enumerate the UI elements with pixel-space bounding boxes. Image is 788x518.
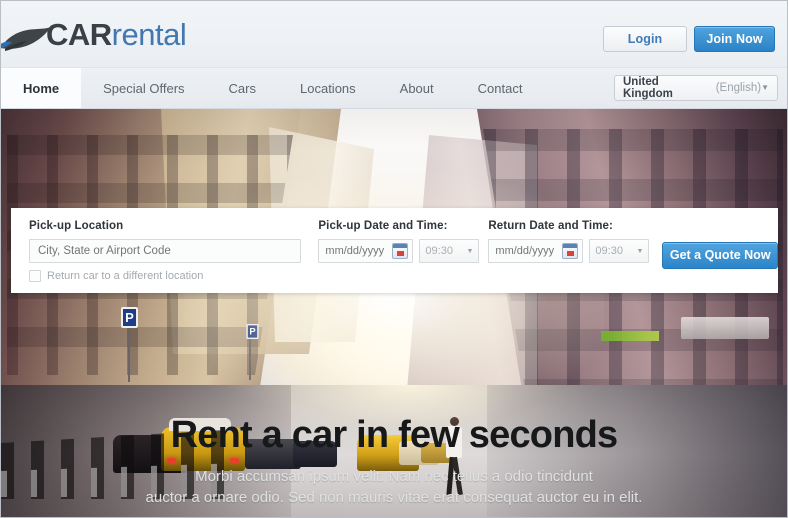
- nav-item-cars[interactable]: Cars: [207, 68, 278, 108]
- nav-item-home[interactable]: Home: [1, 68, 82, 108]
- chevron-down-icon: ▼: [636, 247, 644, 255]
- car-silhouette-icon: [1, 18, 51, 52]
- country-language-select[interactable]: United Kingdom (English) ▼: [614, 75, 778, 101]
- pickup-location-label: Pick-up Location: [29, 220, 124, 232]
- hero-subtitle-line-1: Morbi accumsan ipsum velit. Nam nec tell…: [195, 467, 593, 485]
- return-date-group: Return Date and Time: 09:30 ▼: [488, 220, 650, 263]
- nav-item-locations[interactable]: Locations: [278, 68, 378, 108]
- page-root: CARrental Login Join Now Home Special Of…: [0, 0, 788, 518]
- join-now-button[interactable]: Join Now: [694, 26, 775, 52]
- calendar-icon[interactable]: [562, 243, 579, 259]
- hero-subtitle-line-2: auctor a ornare odio. Sed non mauris vit…: [145, 489, 643, 507]
- get-quote-button[interactable]: Get a Quote Now: [662, 242, 778, 269]
- site-header: CARrental Login Join Now: [1, 1, 787, 68]
- logo[interactable]: CARrental: [1, 13, 187, 57]
- hero-subtitle: Morbi accumsan ipsum velit. Nam nec tell…: [1, 466, 787, 510]
- pickup-time-select[interactable]: 09:30 ▼: [419, 239, 480, 263]
- different-location-checkbox[interactable]: [29, 270, 41, 282]
- nav-item-special-offers[interactable]: Special Offers: [81, 68, 206, 108]
- chevron-down-icon: ▼: [761, 83, 769, 92]
- return-date-row: 09:30 ▼: [488, 239, 650, 263]
- different-location-label: Return car to a different location: [47, 270, 204, 282]
- different-location-row[interactable]: Return car to a different location: [29, 270, 301, 282]
- hero-copy: Rent a car in few seconds Morbi accumsan…: [1, 413, 787, 510]
- return-date-input[interactable]: [495, 245, 560, 257]
- country-label: United Kingdom: [623, 76, 673, 100]
- logo-text: CARrental: [46, 17, 187, 52]
- parking-sign-icon-1: P: [121, 307, 138, 328]
- hero-section: P P Pick-up Location Return car to a dif…: [1, 109, 787, 517]
- nav-item-about[interactable]: About: [378, 68, 456, 108]
- login-button[interactable]: Login: [603, 26, 687, 52]
- pickup-date-group: Pick-up Date and Time: 09:30 ▼: [318, 220, 480, 263]
- hero-sign-pole-1: [128, 328, 130, 382]
- return-date-label: Return Date and Time:: [488, 220, 613, 232]
- return-time-value: 09:30: [595, 245, 623, 257]
- pickup-location-group: Pick-up Location Return car to a differe…: [29, 220, 302, 282]
- booking-form-panel: Pick-up Location Return car to a differe…: [11, 208, 778, 293]
- pickup-date-label: Pick-up Date and Time:: [318, 220, 448, 232]
- pickup-time-value: 09:30: [425, 245, 453, 257]
- hero-sign-pole-2: [249, 336, 251, 380]
- hero-shop-sign-right: [681, 317, 769, 339]
- calendar-icon[interactable]: [392, 243, 409, 259]
- parking-sign-icon-2: P: [246, 323, 259, 340]
- main-navigation: Home Special Offers Cars Locations About…: [1, 68, 787, 109]
- language-label: (English): [715, 82, 762, 94]
- pickup-location-input[interactable]: [29, 239, 302, 263]
- nav-item-contact[interactable]: Contact: [456, 68, 545, 108]
- chevron-down-icon: ▼: [466, 247, 474, 255]
- return-date-field[interactable]: [488, 239, 584, 263]
- pickup-date-field[interactable]: [318, 239, 414, 263]
- return-time-select[interactable]: 09:30 ▼: [589, 239, 650, 263]
- pickup-date-row: 09:30 ▼: [318, 239, 480, 263]
- hero-title: Rent a car in few seconds: [170, 413, 619, 456]
- logo-text-secondary: rental: [111, 17, 187, 52]
- header-actions: Login Join Now: [603, 26, 775, 52]
- hero-shop-sign-green: [601, 331, 659, 341]
- pickup-date-input[interactable]: [325, 245, 390, 257]
